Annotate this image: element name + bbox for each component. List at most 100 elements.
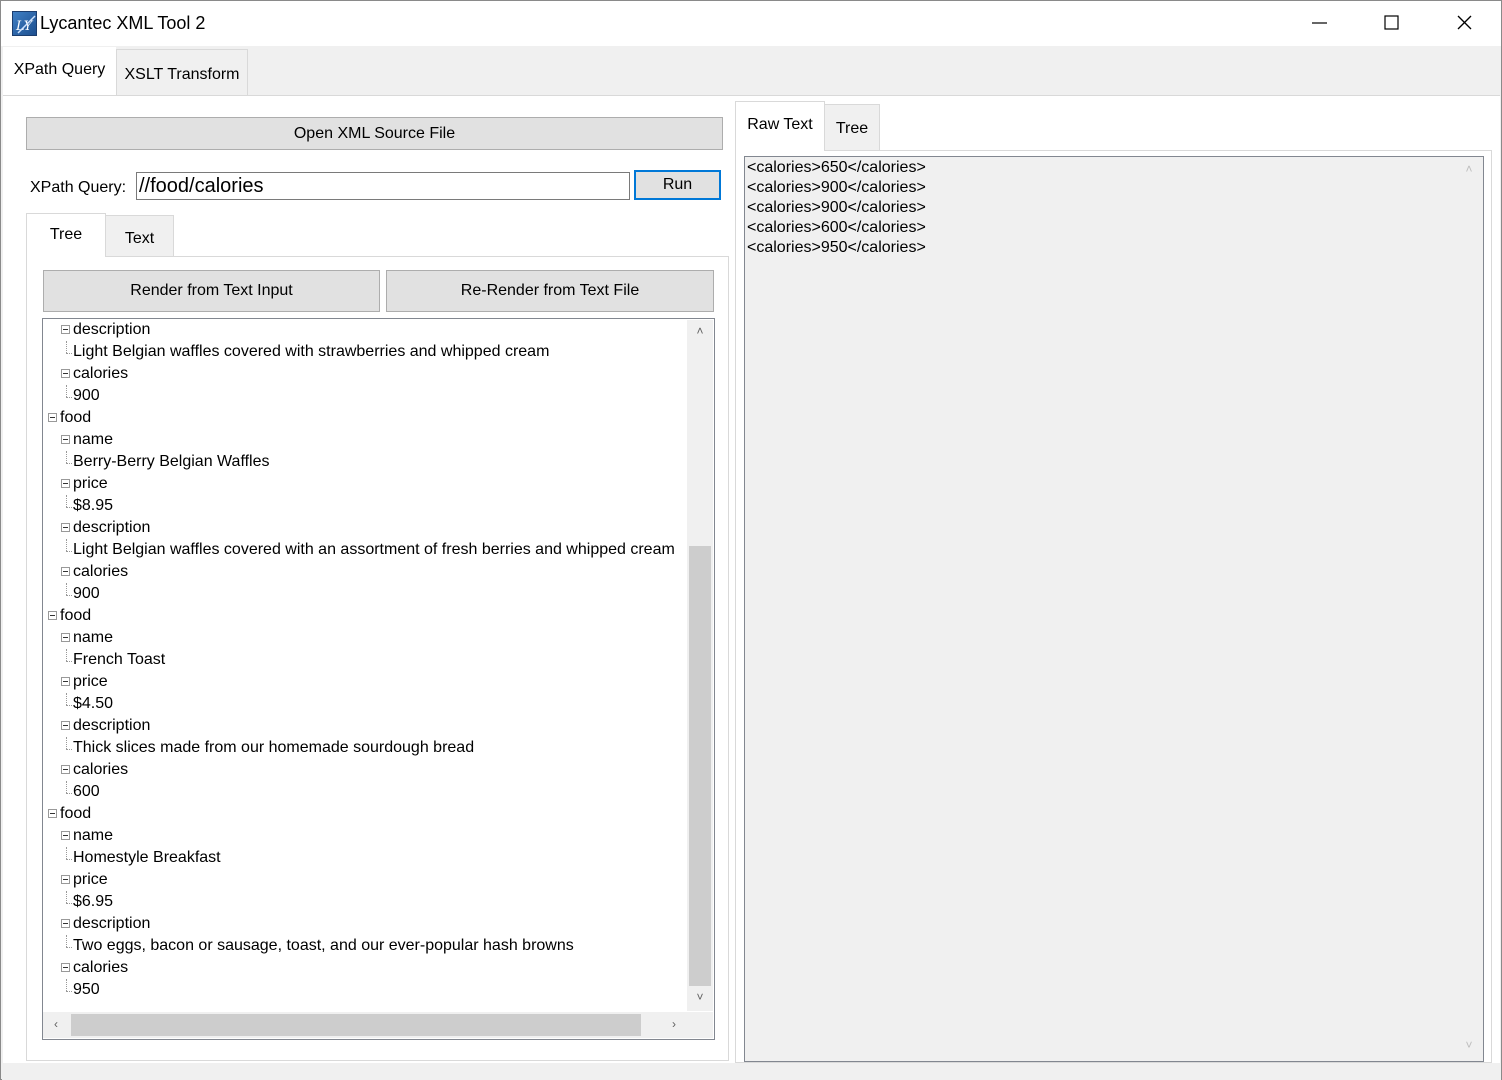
tree-leaf[interactable]: $4.50 — [43, 693, 703, 715]
tree-node-label: calories — [73, 563, 129, 580]
tree-node[interactable]: food — [43, 803, 703, 825]
tree-connector — [66, 705, 72, 706]
tree-leaf[interactable]: Light Belgian waffles covered with straw… — [43, 341, 703, 363]
scroll-corner — [687, 1012, 713, 1038]
raw-scroll-down-icon[interactable]: ˅ — [1456, 1038, 1482, 1052]
scroll-up-icon[interactable]: ˄ — [687, 324, 713, 338]
raw-text-line: <calories>950</calories> — [747, 239, 926, 256]
render-from-text-input-button[interactable]: Render from Text Input — [43, 270, 380, 312]
title-bar[interactable]: LY Lycantec XML Tool 2 — [1, 1, 1501, 46]
collapse-icon[interactable] — [61, 721, 70, 730]
tree-horizontal-scrollbar[interactable]: ‹ › — [43, 1012, 687, 1038]
tree-node[interactable]: description — [43, 517, 703, 539]
tree-connector — [66, 891, 67, 903]
tree-node[interactable]: price — [43, 671, 703, 693]
collapse-icon[interactable] — [61, 963, 70, 972]
tree-node[interactable]: name — [43, 429, 703, 451]
rerender-from-text-file-button[interactable]: Re-Render from Text File — [386, 270, 714, 312]
tree-horizontal-scroll-thumb[interactable] — [71, 1014, 641, 1036]
close-button[interactable] — [1429, 1, 1501, 46]
tree-connector — [66, 507, 72, 508]
raw-text-output[interactable] — [744, 156, 1484, 1062]
raw-scroll-up-icon[interactable]: ˄ — [1456, 162, 1482, 176]
collapse-icon[interactable] — [61, 435, 70, 444]
xml-tree-view[interactable]: description Light Belgian waffles covered… — [42, 318, 715, 1040]
tab-tree-right-label: Tree — [835, 119, 869, 137]
tree-leaf[interactable]: Homestyle Breakfast — [43, 847, 703, 869]
tree-node-label: name — [73, 827, 114, 844]
tree-node[interactable]: description — [43, 319, 703, 341]
tab-raw-text[interactable]: Raw Text — [735, 101, 825, 151]
tree-connector — [66, 991, 72, 992]
minimize-button[interactable] — [1284, 1, 1356, 46]
scroll-down-icon[interactable]: ˅ — [687, 990, 713, 1004]
tree-node[interactable]: calories — [43, 759, 703, 781]
tree-leaf[interactable]: $6.95 — [43, 891, 703, 913]
tree-node[interactable]: food — [43, 407, 703, 429]
maximize-button[interactable] — [1356, 1, 1428, 46]
collapse-icon[interactable] — [61, 633, 70, 642]
tree-leaf[interactable]: Berry-Berry Belgian Waffles — [43, 451, 703, 473]
tab-tree-right[interactable]: Tree — [824, 104, 880, 150]
tree-node[interactable]: price — [43, 473, 703, 495]
tree-leaf[interactable]: $8.95 — [43, 495, 703, 517]
app-window: LY Lycantec XML Tool 2 XPath Query XSLT … — [0, 0, 1502, 1080]
tree-node[interactable]: name — [43, 825, 703, 847]
tree-leaf[interactable]: 600 — [43, 781, 703, 803]
scroll-left-icon[interactable]: ‹ — [43, 1017, 69, 1031]
tree-node[interactable]: food — [43, 605, 703, 627]
tree-node-label: calories — [73, 959, 129, 976]
tree-node-label: price — [73, 475, 108, 492]
raw-text-vertical-scrollbar[interactable]: ˄ ˅ — [1456, 158, 1482, 1060]
tab-xslt-transform[interactable]: XSLT Transform — [116, 49, 248, 95]
open-xml-source-button[interactable]: Open XML Source File — [26, 117, 723, 150]
tree-node[interactable]: description — [43, 913, 703, 935]
scroll-right-icon[interactable]: › — [661, 1017, 687, 1031]
collapse-icon[interactable] — [61, 567, 70, 576]
xpath-query-input[interactable]: //food/calories — [136, 172, 630, 200]
tree-leaf[interactable]: 950 — [43, 979, 703, 1001]
tree-leaf[interactable]: Two eggs, bacon or sausage, toast, and o… — [43, 935, 703, 957]
tree-node-label: Two eggs, bacon or sausage, toast, and o… — [73, 937, 574, 954]
collapse-icon[interactable] — [61, 677, 70, 686]
tree-leaf[interactable]: 900 — [43, 385, 703, 407]
collapse-icon[interactable] — [61, 831, 70, 840]
tree-node-label: French Toast — [73, 651, 166, 668]
collapse-icon[interactable] — [61, 369, 70, 378]
collapse-icon[interactable] — [61, 765, 70, 774]
tree-node-label: $4.50 — [73, 695, 114, 712]
collapse-icon[interactable] — [48, 809, 57, 818]
tab-tree-left[interactable]: Tree — [26, 213, 106, 257]
run-button[interactable]: Run — [634, 170, 721, 200]
tree-leaf[interactable]: French Toast — [43, 649, 703, 671]
tree-connector — [66, 595, 72, 596]
tab-tree-left-label: Tree — [49, 225, 83, 243]
collapse-icon[interactable] — [61, 523, 70, 532]
collapse-icon[interactable] — [61, 325, 70, 334]
tree-leaf[interactable]: Thick slices made from our homemade sour… — [43, 737, 703, 759]
tree-node[interactable]: calories — [43, 561, 703, 583]
collapse-icon[interactable] — [48, 611, 57, 620]
tab-text-left[interactable]: Text — [105, 215, 174, 256]
tree-node[interactable]: price — [43, 869, 703, 891]
tree-connector — [66, 551, 72, 552]
collapse-icon[interactable] — [61, 919, 70, 928]
tree-vertical-scroll-thumb[interactable] — [689, 546, 711, 986]
tree-leaf[interactable]: 900 — [43, 583, 703, 605]
raw-text-line: <calories>900</calories> — [747, 199, 926, 216]
tab-xpath-query[interactable]: XPath Query — [3, 47, 116, 96]
collapse-icon[interactable] — [61, 479, 70, 488]
tree-node-label: Homestyle Breakfast — [73, 849, 221, 866]
tree-node[interactable]: calories — [43, 363, 703, 385]
tree-node[interactable]: calories — [43, 957, 703, 979]
tree-node[interactable]: description — [43, 715, 703, 737]
collapse-icon[interactable] — [61, 875, 70, 884]
tree-connector — [66, 737, 67, 749]
tree-leaf[interactable]: Light Belgian waffles covered with an as… — [43, 539, 703, 561]
tree-connector — [66, 693, 67, 705]
tree-node[interactable]: name — [43, 627, 703, 649]
tree-vertical-scrollbar[interactable]: ˄ ˅ — [687, 320, 713, 1011]
tree-node-label: description — [73, 519, 151, 536]
collapse-icon[interactable] — [48, 413, 57, 422]
tree-connector — [66, 341, 67, 353]
